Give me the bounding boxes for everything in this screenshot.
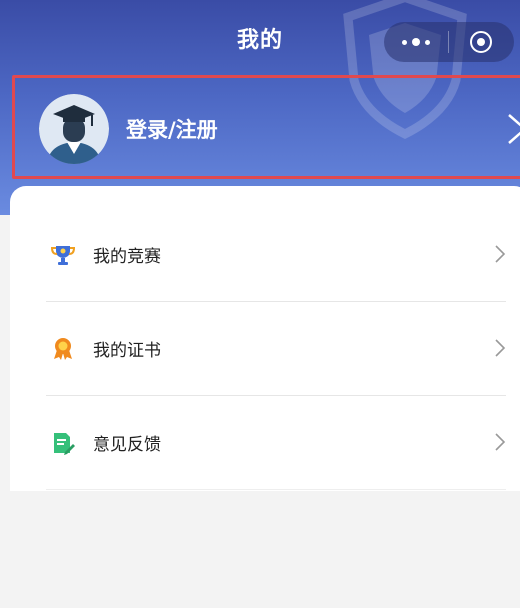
trophy-icon <box>50 242 76 268</box>
menu-item-label: 意见反馈 <box>93 435 161 455</box>
chevron-right-icon <box>495 245 506 263</box>
menu-card: 我的竞赛 我的证书 意见反馈 <box>10 186 520 491</box>
target-icon[interactable] <box>449 22 513 62</box>
more-dots-icon[interactable] <box>384 22 448 62</box>
graduate-avatar-icon <box>39 94 109 164</box>
chevron-right-icon <box>508 114 520 144</box>
feedback-edit-icon <box>50 430 76 456</box>
login-register-row[interactable]: 登录/注册 <box>12 75 520 179</box>
menu-item-feedback[interactable]: 意见反馈 <box>46 396 506 490</box>
chevron-right-icon <box>495 339 506 357</box>
mini-program-capsule <box>384 22 514 62</box>
award-medal-icon <box>50 336 76 362</box>
my-page: 我的 登录/注册 我的竞赛 我的证书 意见反馈 <box>0 0 520 608</box>
login-register-label: 登录/注册 <box>126 118 218 142</box>
menu-item-my-certificates[interactable]: 我的证书 <box>46 302 506 396</box>
menu-item-label: 我的证书 <box>93 341 161 361</box>
menu-item-my-competitions[interactable]: 我的竞赛 <box>46 208 506 302</box>
menu-item-label: 我的竞赛 <box>93 247 161 267</box>
chevron-right-icon <box>495 433 506 451</box>
